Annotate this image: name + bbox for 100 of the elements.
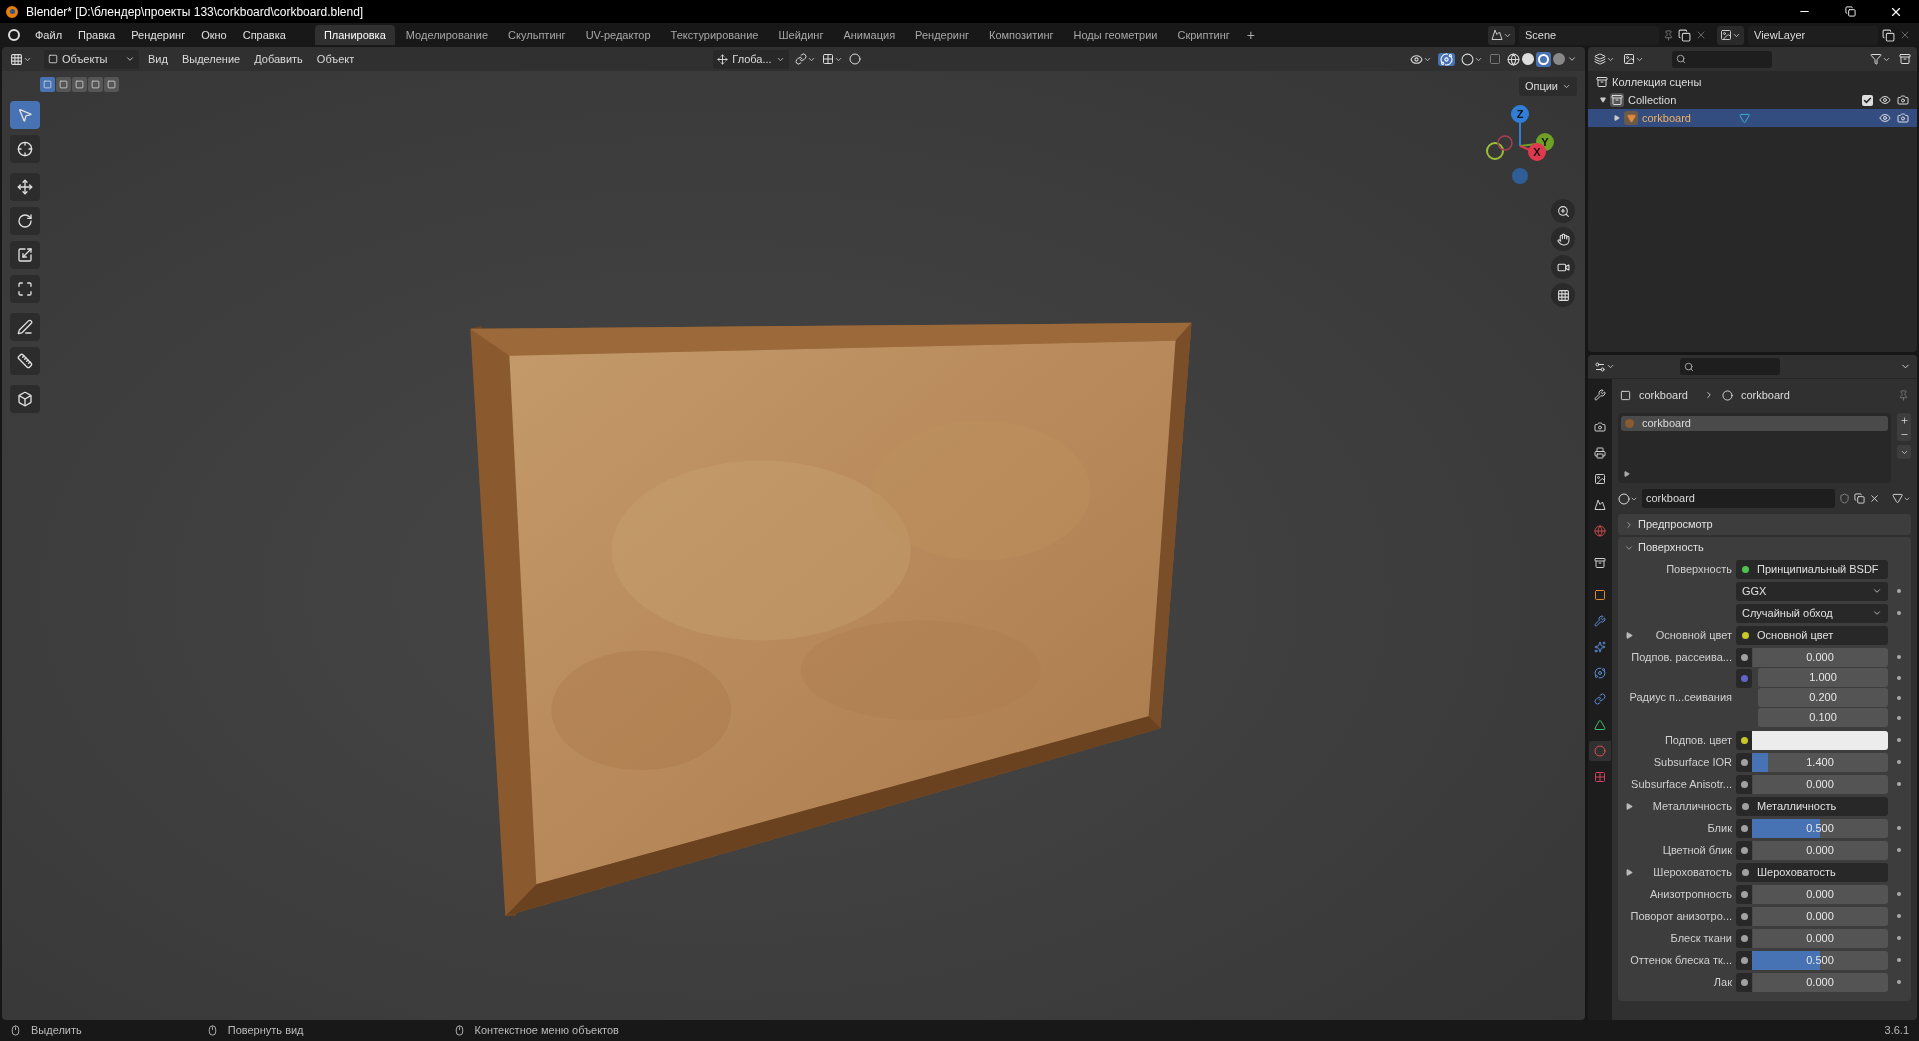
render-icon[interactable]: [1897, 94, 1909, 106]
pin-icon[interactable]: [1663, 29, 1674, 41]
search-field[interactable]: [1672, 50, 1772, 68]
select-tool-button[interactable]: [10, 101, 40, 129]
search-field[interactable]: [1680, 358, 1780, 375]
workspace-tab[interactable]: Анимация: [834, 25, 905, 45]
proportional-icon[interactable]: [848, 53, 861, 65]
outliner-row[interactable]: corkboard: [1588, 109, 1917, 127]
linked-input-field[interactable]: Шероховатость: [1736, 862, 1888, 882]
outliner-row[interactable]: Коллекция сцены: [1588, 73, 1917, 91]
unlink-icon[interactable]: [1869, 493, 1880, 504]
fake-user-icon[interactable]: [1839, 493, 1850, 504]
mode-dropdown[interactable]: Объекты: [44, 49, 139, 69]
number-slider[interactable]: 0.000: [1752, 774, 1888, 794]
overlay-icon[interactable]: [1461, 52, 1483, 66]
number-slider[interactable]: 0.000: [1752, 840, 1888, 860]
display-mode-icon[interactable]: [1594, 53, 1615, 65]
add-cube-tool-button[interactable]: [10, 385, 40, 413]
options-dropdown[interactable]: Опции: [1518, 77, 1577, 96]
expand-arrow-icon[interactable]: [1626, 631, 1633, 639]
editor-type-icon[interactable]: [1594, 360, 1615, 373]
number-field[interactable]: 1.000: [1758, 668, 1888, 687]
dropdown[interactable]: GGX: [1736, 581, 1888, 601]
view-layer-field[interactable]: ViewLayer: [1748, 25, 1878, 45]
visibility-icon[interactable]: [1879, 112, 1891, 124]
expand-arrow-icon[interactable]: [1626, 868, 1633, 876]
material-shading-icon[interactable]: [1536, 51, 1551, 67]
wireframe-shading-icon[interactable]: [1507, 52, 1520, 66]
color-swatch[interactable]: [1752, 730, 1888, 750]
add-remove-slot-button[interactable]: [1897, 413, 1911, 441]
snap-icon[interactable]: [821, 53, 843, 65]
menu-item[interactable]: Объект: [311, 50, 360, 68]
workspace-tab[interactable]: Композитинг: [980, 25, 1063, 45]
annotate-tool-button[interactable]: [10, 313, 40, 341]
material-slot[interactable]: corkboard: [1621, 416, 1888, 431]
scene-field[interactable]: Scene: [1519, 25, 1659, 45]
rotate-tool-button[interactable]: [10, 207, 40, 235]
linked-input-field[interactable]: Принципиальный BSDF: [1736, 559, 1888, 579]
mesh-data-icon[interactable]: [1892, 493, 1911, 504]
number-slider[interactable]: 0.000: [1752, 928, 1888, 948]
new-scene-icon[interactable]: [1678, 28, 1691, 42]
scene-icon[interactable]: [1488, 25, 1515, 45]
number-slider[interactable]: 0.000: [1752, 972, 1888, 992]
expand-arrow-icon[interactable]: [1626, 802, 1633, 810]
outliner-row[interactable]: Collection: [1588, 91, 1917, 109]
transform-tool-button[interactable]: [10, 275, 40, 303]
new-collection-icon[interactable]: [1899, 53, 1911, 65]
select-mode-button[interactable]: [72, 77, 87, 92]
panel-header[interactable]: Предпросмотр: [1618, 514, 1911, 535]
workspace-tab[interactable]: Планировка: [314, 25, 395, 45]
xray-icon[interactable]: [1489, 53, 1501, 65]
new-view-layer-icon[interactable]: [1882, 28, 1895, 42]
solid-shading-icon[interactable]: [1522, 53, 1534, 65]
menu-item[interactable]: Вид: [143, 50, 173, 68]
measure-tool-button[interactable]: [10, 347, 40, 375]
number-slider[interactable]: 0.000: [1752, 647, 1888, 667]
delete-view-layer-icon[interactable]: [1899, 29, 1911, 41]
checkbox[interactable]: [1862, 94, 1873, 106]
editor-type-icon[interactable]: [10, 52, 32, 66]
disclosure-triangle-icon[interactable]: [1600, 97, 1606, 103]
delete-scene-icon[interactable]: [1695, 29, 1707, 41]
select-mode-button[interactable]: [88, 77, 103, 92]
workspace-tab[interactable]: Скульптинг: [499, 25, 575, 45]
duplicate-icon[interactable]: [1854, 493, 1865, 504]
view-layer-icon[interactable]: [1717, 25, 1744, 45]
app-logo-icon[interactable]: [8, 29, 20, 41]
scale-tool-button[interactable]: [10, 241, 40, 269]
filter-icon[interactable]: [1870, 53, 1891, 65]
workspace-tab[interactable]: Рендеринг: [906, 25, 979, 45]
linked-input-field[interactable]: Основной цвет: [1736, 625, 1888, 645]
disclosure-triangle-icon[interactable]: [1614, 115, 1620, 121]
number-slider[interactable]: 1.400: [1752, 752, 1888, 772]
number-slider[interactable]: 0.000: [1752, 906, 1888, 926]
render-icon[interactable]: [1897, 112, 1909, 124]
menu-item[interactable]: Окно: [194, 26, 234, 44]
orientation-dropdown[interactable]: Глоба...: [713, 49, 789, 69]
linked-input-field[interactable]: Металличность: [1736, 796, 1888, 816]
slot-menu-button[interactable]: [1897, 445, 1911, 459]
browse-material-icon[interactable]: [1618, 492, 1638, 505]
expand-arrow-icon[interactable]: [1624, 471, 1630, 477]
shading-dropdown-icon[interactable]: [1567, 54, 1577, 64]
gizmo-toggle-icon[interactable]: [1438, 52, 1455, 66]
panel-header[interactable]: Поверхность: [1618, 537, 1911, 558]
menu-item[interactable]: Справка: [235, 26, 293, 44]
number-slider[interactable]: 0.500: [1752, 950, 1888, 970]
menu-item[interactable]: Добавить: [249, 50, 308, 68]
workspace-tab[interactable]: Текстурирование: [661, 25, 768, 45]
select-mode-button[interactable]: [56, 77, 71, 92]
visibility-icon[interactable]: [1879, 94, 1891, 106]
add-workspace-button[interactable]: +: [1240, 24, 1261, 46]
number-field[interactable]: 0.200: [1758, 688, 1888, 707]
menu-item[interactable]: Правка: [71, 26, 123, 44]
workspace-tab[interactable]: Ноды геометрии: [1064, 25, 1167, 45]
material-name-field[interactable]: corkboard: [1642, 489, 1835, 508]
filter-view-icon[interactable]: [1623, 53, 1644, 65]
workspace-tab[interactable]: Шейдинг: [769, 25, 833, 45]
render-shading-icon[interactable]: [1553, 53, 1565, 65]
select-mode-button[interactable]: [104, 77, 119, 92]
visibility-icon[interactable]: [1410, 52, 1432, 66]
cursor-tool-button[interactable]: [10, 135, 40, 163]
